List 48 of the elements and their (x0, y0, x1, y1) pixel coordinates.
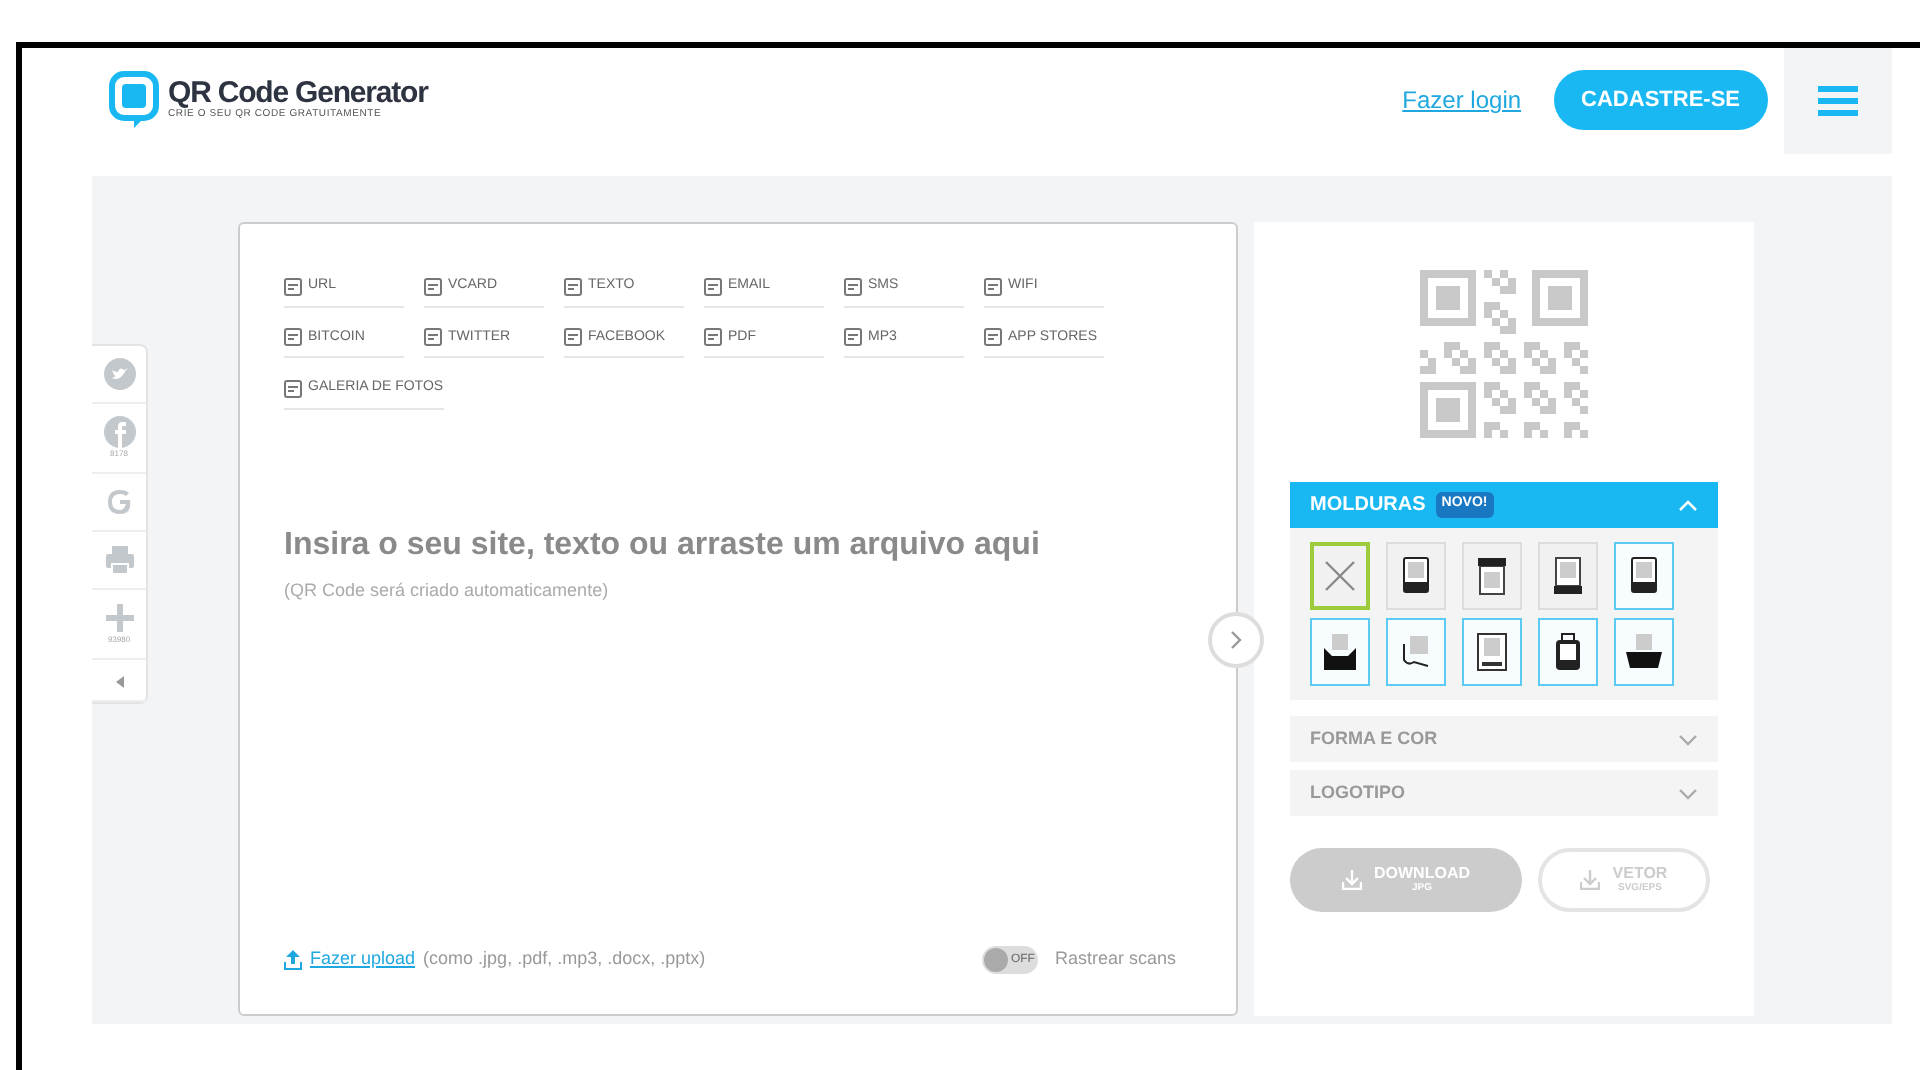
frame-option[interactable] (1614, 542, 1674, 610)
square-icon (564, 277, 582, 296)
square-icon (984, 328, 1002, 347)
chevron-right-icon (1230, 630, 1242, 650)
frame-option[interactable] (1614, 618, 1674, 686)
logo-title: QR Code Generator (168, 77, 428, 108)
caret-icon[interactable] (111, 672, 127, 688)
frame-option[interactable] (1538, 618, 1598, 686)
chevron-up-icon (1678, 499, 1698, 511)
square-icon (984, 277, 1002, 296)
square-icon (844, 328, 862, 347)
frame-option[interactable] (1310, 618, 1370, 686)
frame-icon (1548, 556, 1588, 596)
download-icon (1580, 870, 1601, 890)
square-icon (284, 379, 302, 398)
frame-option[interactable] (1538, 542, 1598, 610)
square-icon (284, 277, 302, 296)
menu-icon[interactable] (1818, 84, 1858, 116)
frame-option[interactable] (1386, 542, 1446, 610)
square-icon (564, 328, 582, 347)
frame-option[interactable] (1462, 542, 1522, 610)
square-icon (704, 328, 722, 347)
headline: Insira o seu site, texto ou arraste um arquivo aqui (284, 525, 1042, 565)
toggle-label: Rastrear scans (1054, 946, 1176, 973)
chevron-down-icon (1678, 787, 1698, 799)
frames-title: MOLDURAS (1310, 492, 1426, 520)
close-icon (1320, 556, 1360, 596)
google-icon[interactable] (103, 486, 135, 518)
frame-icon (1320, 632, 1360, 672)
upload-icon[interactable] (284, 950, 302, 970)
square-icon (844, 277, 862, 296)
frame-icon (1624, 632, 1664, 672)
square-icon (424, 328, 442, 347)
square-icon (284, 328, 302, 347)
frame-icon (1472, 632, 1512, 672)
square-icon (424, 277, 442, 296)
facebook-icon[interactable] (103, 416, 135, 448)
hint-text: (QR Code será criado automaticamente) (284, 577, 611, 604)
frame-icon (1472, 556, 1512, 596)
frame-option[interactable] (1462, 618, 1522, 686)
download-icon (1342, 870, 1362, 890)
chevron-down-icon (1678, 733, 1698, 745)
logo-icon (108, 70, 160, 130)
twitter-icon[interactable] (103, 358, 135, 390)
plus-icon[interactable] (103, 602, 135, 634)
printer-icon[interactable] (103, 544, 135, 576)
upload-formats: (como .jpg, .pdf, .mp3, .docx, .pptx) (423, 946, 706, 973)
square-icon (704, 277, 722, 296)
